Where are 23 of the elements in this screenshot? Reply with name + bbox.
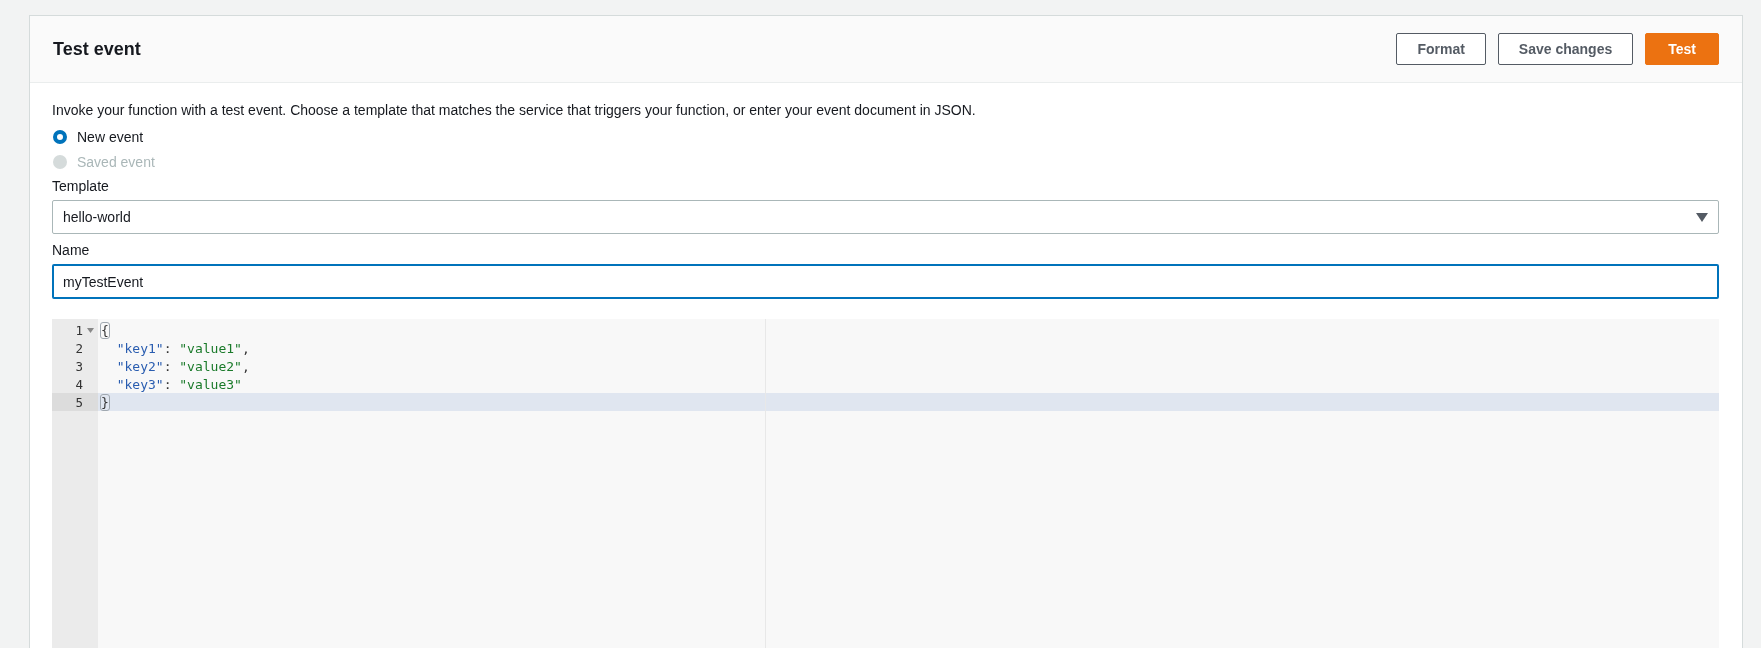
radio-button[interactable] bbox=[53, 129, 67, 144]
line-number: 3 bbox=[75, 358, 83, 374]
code-line: "key2": "value2", bbox=[115, 357, 251, 375]
code-line: { bbox=[100, 321, 110, 339]
dropdown-value: hello-world bbox=[63, 209, 131, 225]
line-number: 5 bbox=[75, 394, 83, 410]
line-number: 1 bbox=[75, 322, 83, 338]
code-line: "key3": "value3" bbox=[115, 375, 243, 393]
caret-down-icon bbox=[1696, 212, 1708, 222]
template-dropdown[interactable]: hello-world bbox=[52, 200, 1719, 234]
name-input[interactable]: myTestEvent bbox=[52, 264, 1719, 299]
description-text: Invoke your function with a test event. Choose a template that matches the service that triggers your function, or enter your event document in JSON. bbox=[52, 102, 977, 118]
field-label: Template bbox=[52, 178, 110, 194]
field-label: Name bbox=[52, 242, 91, 258]
code-editor[interactable]: 1 2 3 4 5 { "key1": "value1", "key2": "value2", "key3": "value3" } bbox=[52, 319, 1719, 648]
line-number: 2 bbox=[75, 340, 83, 356]
fold-arrow-icon[interactable] bbox=[87, 328, 94, 333]
action-button[interactable]: Format bbox=[1396, 33, 1486, 65]
line-number: 4 bbox=[75, 376, 83, 392]
code-line: "key1": "value1", bbox=[115, 339, 251, 357]
action-button[interactable]: Save changes bbox=[1497, 33, 1634, 65]
radio-label[interactable]: New event bbox=[77, 128, 144, 145]
panel-title: Test event bbox=[53, 38, 141, 60]
